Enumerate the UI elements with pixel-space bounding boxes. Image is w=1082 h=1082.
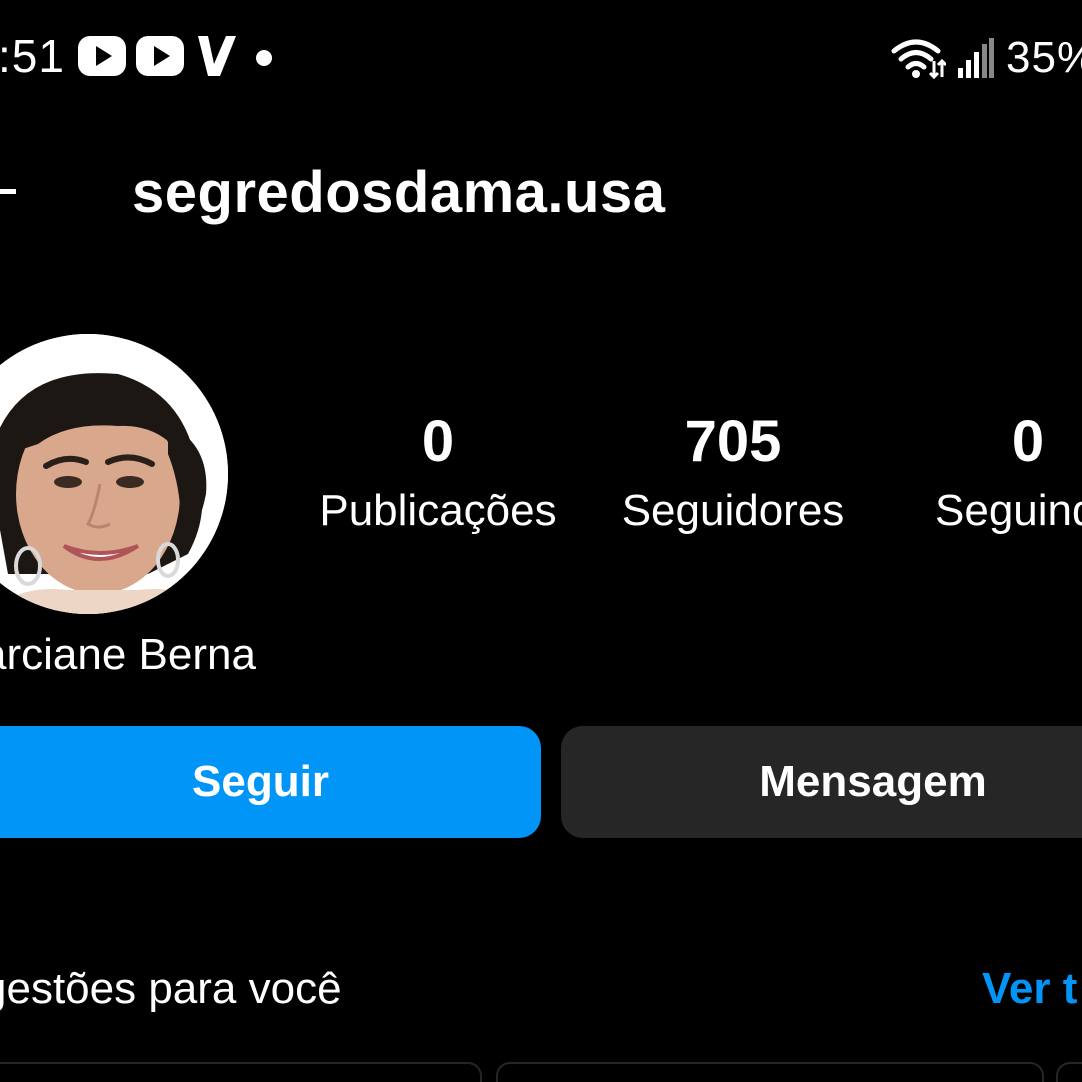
avatar[interactable]	[0, 334, 228, 614]
suggestion-card[interactable]	[496, 1062, 1044, 1082]
suggestions-title: gestões para você	[0, 964, 342, 1013]
posts-count: 0	[421, 409, 455, 474]
youtube-icon	[78, 36, 126, 76]
profile-username: segredosdama.usa	[132, 160, 666, 225]
stat-posts[interactable]: 0 Publicações	[306, 408, 570, 538]
profile-full-name: arciane Berna	[0, 630, 256, 679]
status-system-icons: 35%	[890, 32, 1082, 84]
battery-percentage: 35%	[1006, 33, 1082, 82]
youtube-icon	[136, 36, 184, 76]
following-label: Seguindo	[935, 486, 1082, 535]
following-count: 0	[1011, 409, 1045, 474]
follow-button[interactable]: Seguir	[0, 726, 541, 838]
message-button[interactable]: Mensagem	[561, 726, 1082, 838]
stat-following[interactable]: 0 Seguindo	[926, 408, 1082, 538]
followers-count: 705	[684, 409, 782, 474]
follow-button-label: Seguir	[192, 757, 329, 806]
profile-screen: :51 35 segredosdama.usa 0 Publicações 70…	[0, 0, 1082, 1082]
stat-followers[interactable]: 705 Seguidores	[606, 408, 860, 538]
signal-icon	[958, 38, 994, 78]
message-button-label: Mensagem	[759, 757, 987, 806]
status-notification-icons	[78, 34, 278, 78]
suggestion-card[interactable]	[0, 1062, 482, 1082]
status-time: :51	[0, 30, 65, 82]
followers-label: Seguidores	[621, 486, 845, 535]
wifi-icon	[891, 39, 946, 79]
posts-label: Publicações	[319, 486, 557, 535]
see-all-link[interactable]: Ver t	[982, 962, 1077, 1016]
suggestion-card[interactable]	[1056, 1062, 1082, 1082]
dot-icon	[256, 50, 272, 66]
back-arrow-icon[interactable]	[0, 176, 18, 211]
vivo-icon	[198, 36, 236, 76]
